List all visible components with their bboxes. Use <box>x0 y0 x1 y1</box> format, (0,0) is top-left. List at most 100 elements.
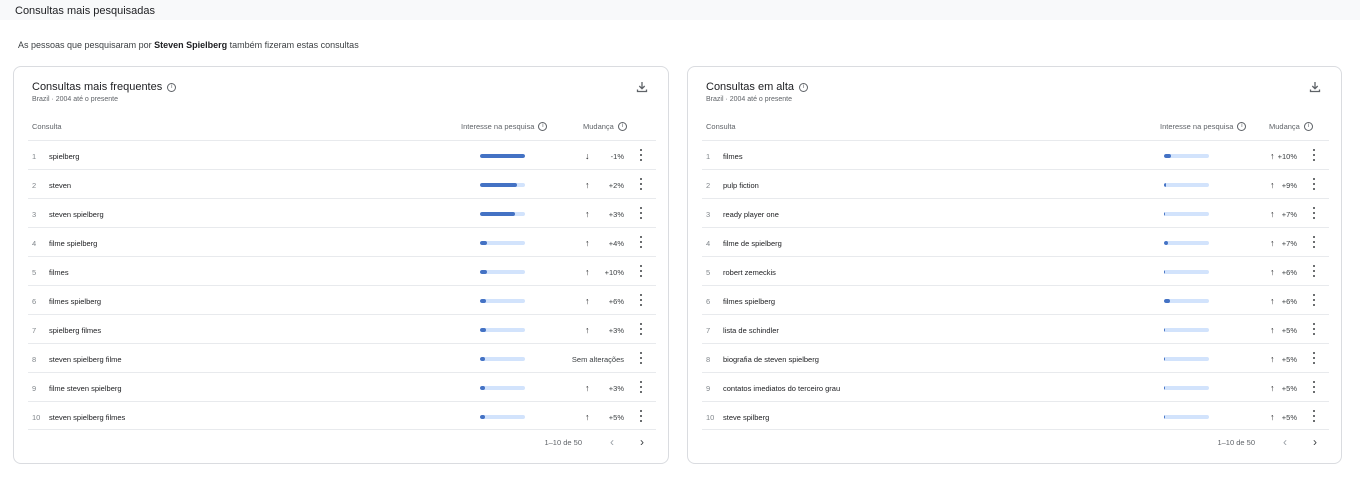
more-vert-icon[interactable] <box>1311 410 1317 422</box>
more-vert-icon[interactable] <box>638 265 644 277</box>
more-vert-icon[interactable] <box>638 410 644 422</box>
more-vert-icon[interactable] <box>1311 381 1317 393</box>
more-vert-icon[interactable] <box>1311 207 1317 219</box>
more-vert-icon[interactable] <box>1311 149 1317 161</box>
trend-arrow-icon: ↑ <box>1270 383 1275 393</box>
row-query[interactable]: steven spielberg <box>49 210 104 219</box>
table-row[interactable]: 1 filmes ↑ +10% <box>702 140 1329 169</box>
col-change-header: Mudança i <box>1269 122 1313 131</box>
info-icon[interactable]: i <box>1303 122 1313 131</box>
table-row[interactable]: 7 spielberg filmes ↑ +3% <box>28 314 656 343</box>
info-icon[interactable]: i <box>167 82 177 92</box>
more-vert-icon[interactable] <box>638 294 644 306</box>
row-query[interactable]: steven spielberg filmes <box>49 413 125 422</box>
interest-bar-fill <box>1164 154 1171 158</box>
interest-bar <box>480 270 525 274</box>
table-row[interactable]: 9 filme steven spielberg ↑ +3% <box>28 372 656 401</box>
row-query[interactable]: ready player one <box>723 210 779 219</box>
download-icon[interactable] <box>1309 81 1321 93</box>
table-row[interactable]: 10 steve spilberg ↑ +5% <box>702 401 1329 430</box>
interest-bar-fill <box>1164 415 1166 419</box>
table-row[interactable]: 1 spielberg ↓ -1% <box>28 140 656 169</box>
table-row[interactable]: 5 robert zemeckis ↑ +6% <box>702 256 1329 285</box>
more-vert-icon[interactable] <box>1311 294 1317 306</box>
more-vert-icon[interactable] <box>1311 323 1317 335</box>
row-change: Sem alterações <box>571 355 624 364</box>
more-vert-icon[interactable] <box>638 352 644 364</box>
interest-bar-fill <box>480 415 485 419</box>
row-query[interactable]: spielberg filmes <box>49 326 101 335</box>
more-vert-icon[interactable] <box>1311 236 1317 248</box>
table-row[interactable]: 6 filmes spielberg ↑ +6% <box>28 285 656 314</box>
interest-bar-fill <box>480 328 486 332</box>
row-query[interactable]: steve spilberg <box>723 413 769 422</box>
row-query[interactable]: steven <box>49 181 71 190</box>
row-rank: 3 <box>706 210 711 219</box>
chevron-left-icon[interactable]: ‹ <box>604 435 620 449</box>
row-query[interactable]: lista de schindler <box>723 326 779 335</box>
table-row[interactable]: 2 pulp fiction ↑ +9% <box>702 169 1329 198</box>
row-query[interactable]: contatos imediatos do terceiro grau <box>723 384 840 393</box>
row-query[interactable]: robert zemeckis <box>723 268 776 277</box>
more-vert-icon[interactable] <box>638 149 644 161</box>
row-query[interactable]: filmes <box>723 152 743 161</box>
trend-arrow-icon: ↑ <box>585 412 590 422</box>
table-row[interactable]: 3 ready player one ↑ +7% <box>702 198 1329 227</box>
more-vert-icon[interactable] <box>638 381 644 393</box>
row-change: +4% <box>608 239 624 248</box>
interest-bar <box>1164 357 1209 361</box>
more-vert-icon[interactable] <box>638 207 644 219</box>
table-row[interactable]: 9 contatos imediatos do terceiro grau ↑ +5% <box>702 372 1329 401</box>
page-subtitle: As pessoas que pesquisaram por Steven Sp… <box>18 40 359 50</box>
table-row[interactable]: 10 steven spielberg filmes ↑ +5% <box>28 401 656 430</box>
table-row[interactable]: 4 filme spielberg ↑ +4% <box>28 227 656 256</box>
row-query[interactable]: biografia de steven spielberg <box>723 355 819 364</box>
more-vert-icon[interactable] <box>1311 178 1317 190</box>
info-icon[interactable]: i <box>538 122 548 131</box>
row-change: +5% <box>608 413 624 422</box>
chevron-left-icon[interactable]: ‹ <box>1277 435 1293 449</box>
row-change: +6% <box>1281 268 1297 277</box>
table-row[interactable]: 3 steven spielberg ↑ +3% <box>28 198 656 227</box>
card-meta: Brazil · 2004 até o presente <box>706 96 792 103</box>
subtitle-suffix: também fizeram estas consultas <box>229 40 359 50</box>
chevron-right-icon[interactable]: › <box>634 435 650 449</box>
info-icon[interactable]: i <box>1237 122 1247 131</box>
row-query[interactable]: spielberg <box>49 152 79 161</box>
table-row[interactable]: 6 filmes spielberg ↑ +6% <box>702 285 1329 314</box>
row-query[interactable]: filme steven spielberg <box>49 384 122 393</box>
more-vert-icon[interactable] <box>638 323 644 335</box>
table-row[interactable]: 8 steven spielberg filme Sem alterações <box>28 343 656 372</box>
trend-arrow-icon: ↑ <box>585 296 590 306</box>
chevron-right-icon[interactable]: › <box>1307 435 1323 449</box>
interest-bar <box>480 415 525 419</box>
row-rank: 1 <box>706 152 711 161</box>
table-row[interactable]: 4 filme de spielberg ↑ +7% <box>702 227 1329 256</box>
row-change: +6% <box>1281 297 1297 306</box>
trend-arrow-icon: ↑ <box>1270 238 1275 248</box>
row-query[interactable]: pulp fiction <box>723 181 759 190</box>
row-query[interactable]: filmes spielberg <box>723 297 775 306</box>
info-icon[interactable]: i <box>617 122 627 131</box>
table-row[interactable]: 5 filmes ↑ +10% <box>28 256 656 285</box>
table-row[interactable]: 7 lista de schindler ↑ +5% <box>702 314 1329 343</box>
more-vert-icon[interactable] <box>638 236 644 248</box>
row-query[interactable]: steven spielberg filme <box>49 355 122 364</box>
row-query[interactable]: filme spielberg <box>49 239 97 248</box>
table-row[interactable]: 8 biografia de steven spielberg ↑ +5% <box>702 343 1329 372</box>
trend-arrow-icon: ↑ <box>1270 151 1275 161</box>
table-row[interactable]: 2 steven ↑ +2% <box>28 169 656 198</box>
more-vert-icon[interactable] <box>638 178 644 190</box>
more-vert-icon[interactable] <box>1311 265 1317 277</box>
info-icon[interactable]: i <box>799 82 809 92</box>
interest-bar <box>1164 183 1209 187</box>
interest-bar-fill <box>1164 386 1166 390</box>
row-query[interactable]: filme de spielberg <box>723 239 782 248</box>
row-change: +5% <box>1281 355 1297 364</box>
rising-queries-card: Consultas em alta i Brazil · 2004 até o … <box>687 66 1342 464</box>
row-query[interactable]: filmes <box>49 268 69 277</box>
trend-arrow-icon: ↓ <box>585 151 590 161</box>
download-icon[interactable] <box>636 81 648 93</box>
more-vert-icon[interactable] <box>1311 352 1317 364</box>
row-query[interactable]: filmes spielberg <box>49 297 101 306</box>
